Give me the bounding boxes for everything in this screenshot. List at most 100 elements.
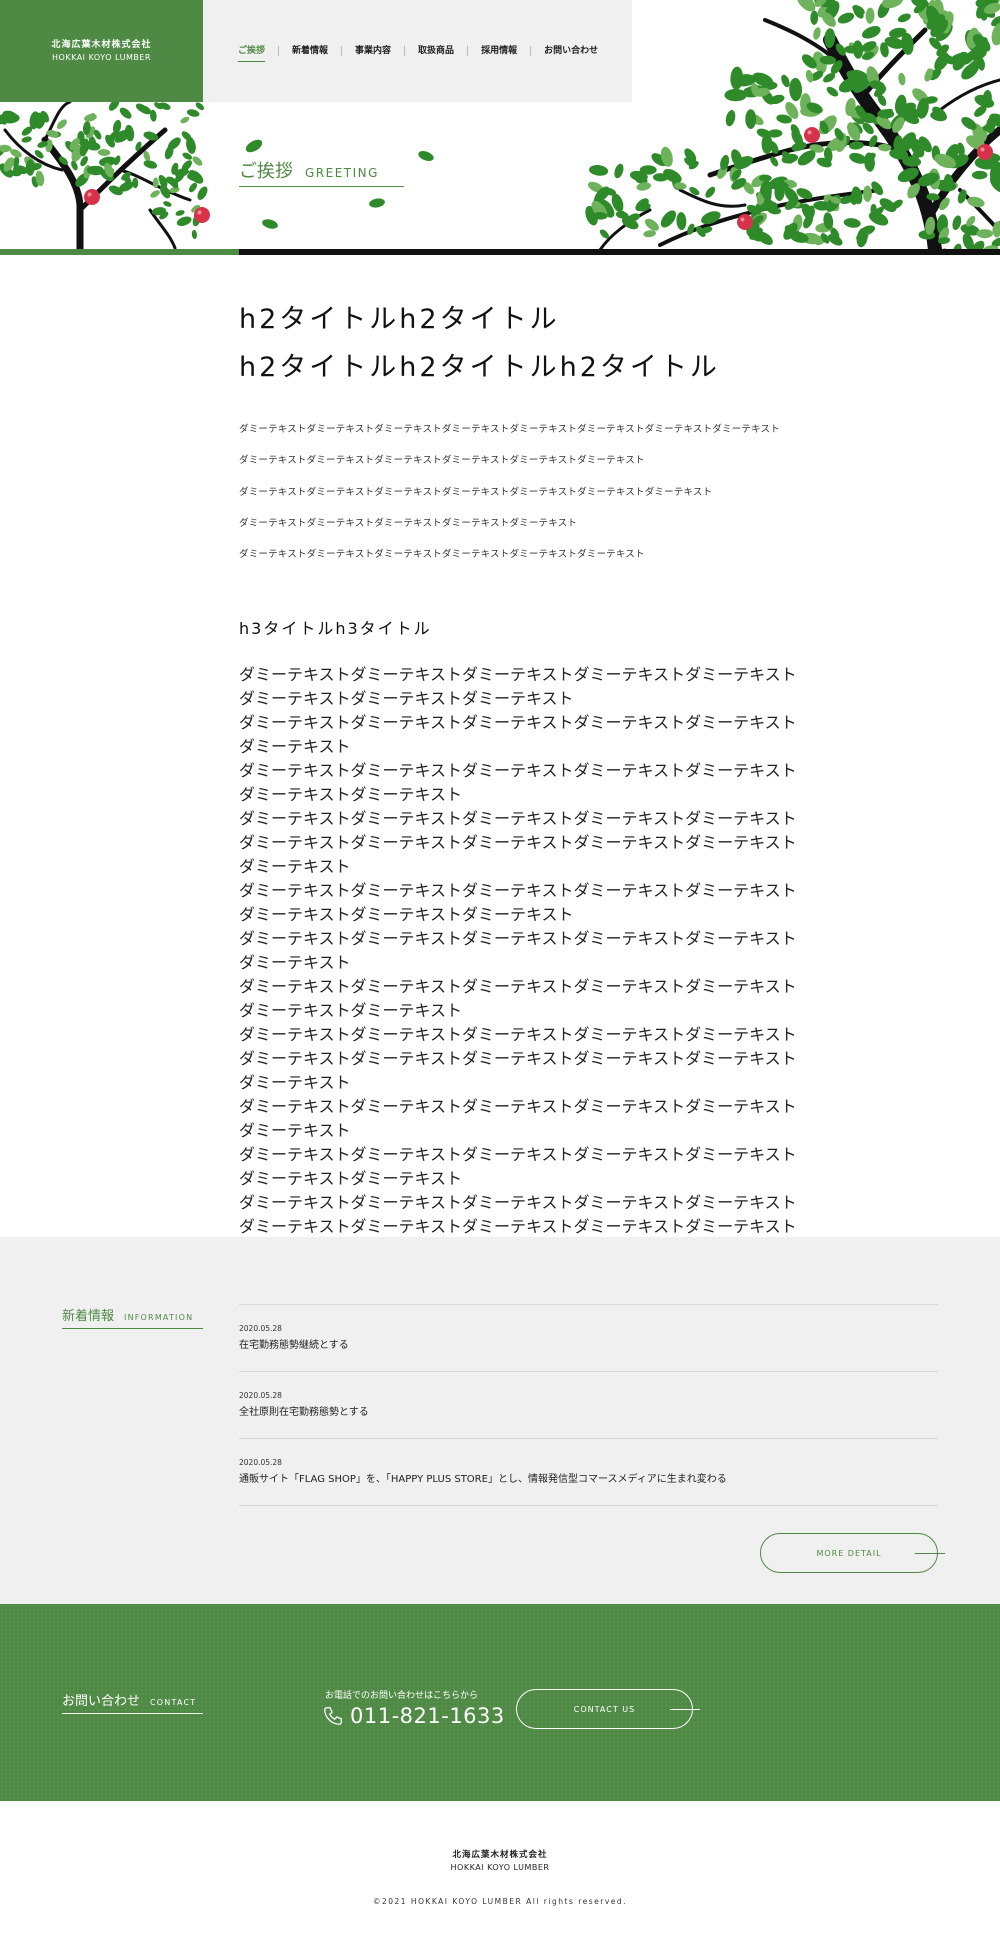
nav-item-contact[interactable]: お問い合わせ: [530, 46, 611, 56]
leaf-icon: [743, 85, 765, 98]
leaf-icon: [758, 193, 769, 204]
apple-highlight: [980, 147, 985, 152]
leaf-icon: [926, 14, 946, 30]
leaf-icon: [751, 206, 762, 220]
footer-logo[interactable]: 北海広葉木材株式会社 HOKKAI KOYO LUMBER: [0, 1849, 1000, 1874]
leaf-icon: [791, 141, 807, 152]
nav-item-recruit[interactable]: 採用情報: [467, 46, 530, 56]
news-title[interactable]: 在宅勤務態勢継続とする: [239, 1339, 938, 1353]
leaf-icon: [931, 145, 941, 161]
leaf-icon: [824, 0, 840, 21]
nav-item-news[interactable]: 新着情報: [278, 46, 341, 56]
leaf-icon: [877, 0, 890, 19]
apple-icon: [737, 214, 753, 230]
leaf-icon: [761, 134, 773, 154]
leaf-icon: [924, 96, 938, 104]
phone-icon: [322, 1705, 344, 1727]
news-title[interactable]: 通販サイト「FLAG SHOP」を、「HAPPY PLUS STORE」とし、情…: [239, 1473, 938, 1487]
leaf-icon: [761, 81, 778, 90]
section-heading-h3: h3タイトルh3タイトル: [239, 619, 432, 639]
leaf-icon: [684, 148, 697, 163]
contact-section: お問い合わせ CONTACT お電話でのお問い合わせはこちらから 011-821…: [0, 1604, 1000, 1801]
tel-link[interactable]: 011-821-1633: [322, 1704, 505, 1728]
leaf-icon: [71, 160, 78, 171]
leaf-icon: [935, 179, 957, 192]
leaf-icon: [911, 149, 921, 162]
leaf-icon: [910, 138, 925, 158]
body-text-block: ダミーテキストダミーテキストダミーテキストダミーテキストダミーテキストダミーテキ…: [239, 661, 799, 1261]
more-detail-button[interactable]: MORE DETAIL: [760, 1533, 945, 1573]
leaf-icon: [862, 122, 874, 135]
leaf-icon: [916, 98, 929, 119]
leaf-icon: [731, 177, 747, 190]
body-text-line: ダミーテキストダミーテキストダミーテキストダミーテキストダミーテキスト: [239, 809, 797, 829]
apple-icon: [194, 207, 210, 223]
leaf-icon: [918, 136, 932, 153]
leaf-icon: [35, 112, 46, 129]
contact-heading-jp: お問い合わせ: [62, 1694, 141, 1709]
leaf-icon: [847, 122, 861, 141]
leaf-icon: [760, 201, 778, 212]
leaf-icon: [10, 170, 22, 177]
news-item[interactable]: 2020.05.28 通販サイト「FLAG SHOP」を、「HAPPY PLUS…: [239, 1439, 938, 1506]
leaf-icon: [75, 172, 89, 187]
leaf-icon: [769, 94, 785, 105]
contact-heading: お問い合わせ CONTACT: [62, 1690, 203, 1714]
leaf-icon: [618, 210, 629, 220]
leaf-icon: [935, 22, 953, 42]
leaf-icon: [837, 12, 855, 24]
leaf-icon: [980, 6, 989, 21]
leaf-icon: [756, 190, 765, 206]
body-text-line: ダミーテキストダミーテキストダミーテキストダミーテキストダミーテキストダミーテキ…: [239, 929, 797, 973]
nav-item-greeting[interactable]: ご挨拶: [238, 46, 278, 62]
leaf-icon: [639, 165, 657, 175]
leaf-icon: [957, 189, 967, 204]
leaf-icon: [745, 109, 757, 129]
body-text-line: ダミーテキストダミーテキストダミーテキストダミーテキストダミーテキスト: [239, 1025, 797, 1045]
nav-item-products[interactable]: 取扱商品: [404, 46, 467, 56]
leaf-icon: [889, 148, 909, 160]
leaf-icon: [823, 194, 840, 212]
leaf-icon: [180, 116, 190, 124]
news-item[interactable]: 2020.05.28 在宅勤務態勢継続とする: [239, 1305, 938, 1372]
body-text-line: ダミーテキストダミーテキストダミーテキストダミーテキストダミーテキストダミーテキ…: [239, 1145, 797, 1189]
leaf-icon: [688, 161, 699, 170]
section-heading-h2: h2タイトルh2タイトル h2タイトルh2タイトルh2タイトル: [239, 296, 799, 392]
footer-logo-en: HOKKAI KOYO LUMBER: [450, 1863, 550, 1872]
tree-branch: [598, 208, 652, 250]
leaf-icon: [817, 1, 837, 18]
tree-branch: [41, 136, 84, 250]
tree-branch: [938, 78, 1000, 112]
leaf-icon: [876, 115, 892, 130]
apple-highlight: [197, 210, 202, 215]
leaf-icon: [752, 215, 764, 225]
leaf-icon: [79, 143, 88, 157]
leaf-icon: [819, 120, 829, 134]
leaf-icon: [99, 156, 117, 167]
leaf-icon: [844, 45, 859, 54]
information-section: 新着情報 INFORMATION 2020.05.28 在宅勤務態勢継続とする …: [0, 1237, 1000, 1604]
site-logo[interactable]: 北海広葉木材株式会社 HOKKAI KOYO LUMBER: [0, 0, 203, 102]
contact-us-button[interactable]: CONTACT US: [516, 1689, 700, 1729]
leaf-icon: [989, 161, 1000, 185]
body-text-line: ダミーテキストダミーテキストダミーテキストダミーテキストダミーテキストダミーテキ…: [239, 665, 797, 709]
news-title[interactable]: 全社原則在宅勤務態勢とする: [239, 1406, 938, 1420]
leaf-icon: [701, 211, 721, 225]
leaf-icon: [905, 105, 920, 118]
leaf-icon: [791, 129, 804, 146]
contact-us-label: CONTACT US: [573, 1704, 636, 1714]
tree-branch: [3, 128, 64, 172]
leaf-icon: [143, 160, 158, 169]
leaf-icon: [37, 141, 48, 148]
leaf-icon: [769, 140, 779, 154]
leaf-icon: [724, 88, 747, 102]
news-item[interactable]: 2020.05.28 全社原則在宅勤務態勢とする: [239, 1372, 938, 1439]
leaf-icon: [418, 151, 434, 161]
leaf-icon: [981, 6, 996, 18]
leaf-icon: [877, 94, 887, 106]
leaf-icon: [974, 156, 998, 170]
leaf-icon: [976, 229, 994, 239]
nav-item-business[interactable]: 事業内容: [341, 46, 404, 56]
leaf-icon: [755, 199, 774, 212]
leaf-icon: [917, 6, 937, 25]
